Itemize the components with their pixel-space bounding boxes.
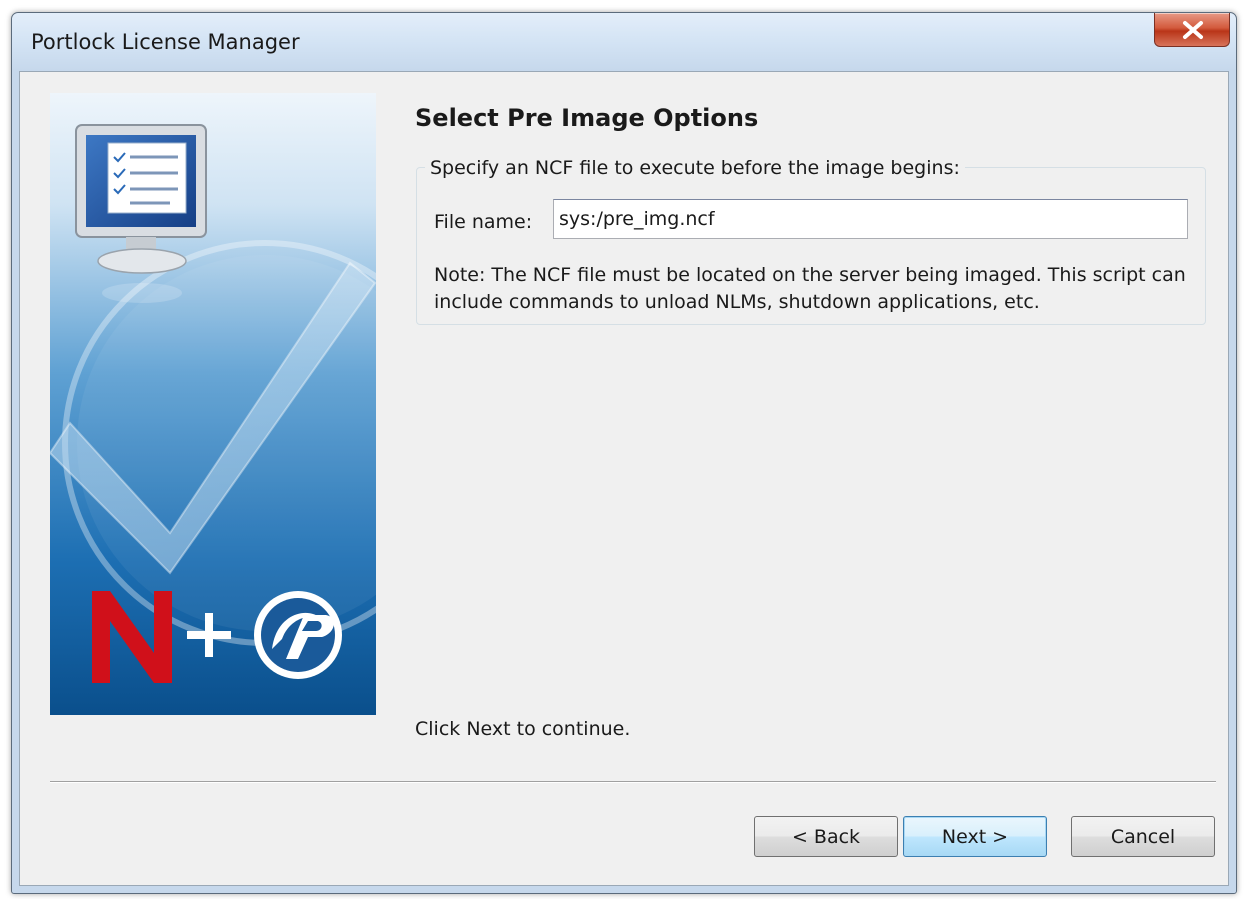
cancel-button[interactable]: Cancel bbox=[1071, 816, 1215, 857]
back-button[interactable]: < Back bbox=[754, 816, 898, 857]
close-button[interactable] bbox=[1154, 13, 1230, 47]
window-title: Portlock License Manager bbox=[31, 30, 300, 54]
title-bar[interactable]: Portlock License Manager bbox=[12, 13, 1236, 71]
group-label: Specify an NCF file to execute before th… bbox=[425, 157, 965, 179]
page-heading: Select Pre Image Options bbox=[415, 104, 759, 132]
portlock-logo-icon bbox=[254, 591, 342, 679]
ncf-note: Note: The NCF file must be located on th… bbox=[434, 264, 1186, 313]
continue-instruction: Click Next to continue. bbox=[415, 718, 631, 740]
file-name-input[interactable] bbox=[553, 199, 1188, 239]
wizard-banner-image bbox=[50, 93, 376, 715]
pre-image-group: Specify an NCF file to execute before th… bbox=[416, 157, 1206, 325]
next-button[interactable]: Next > bbox=[903, 816, 1047, 857]
footer-separator bbox=[50, 781, 1216, 783]
dialog-window: Portlock License Manager Select Pre Imag… bbox=[11, 12, 1237, 894]
close-icon bbox=[1183, 21, 1203, 39]
file-name-label: File name: bbox=[434, 211, 533, 233]
dialog-client-area: Select Pre Image Options Specify an NCF … bbox=[19, 71, 1229, 886]
